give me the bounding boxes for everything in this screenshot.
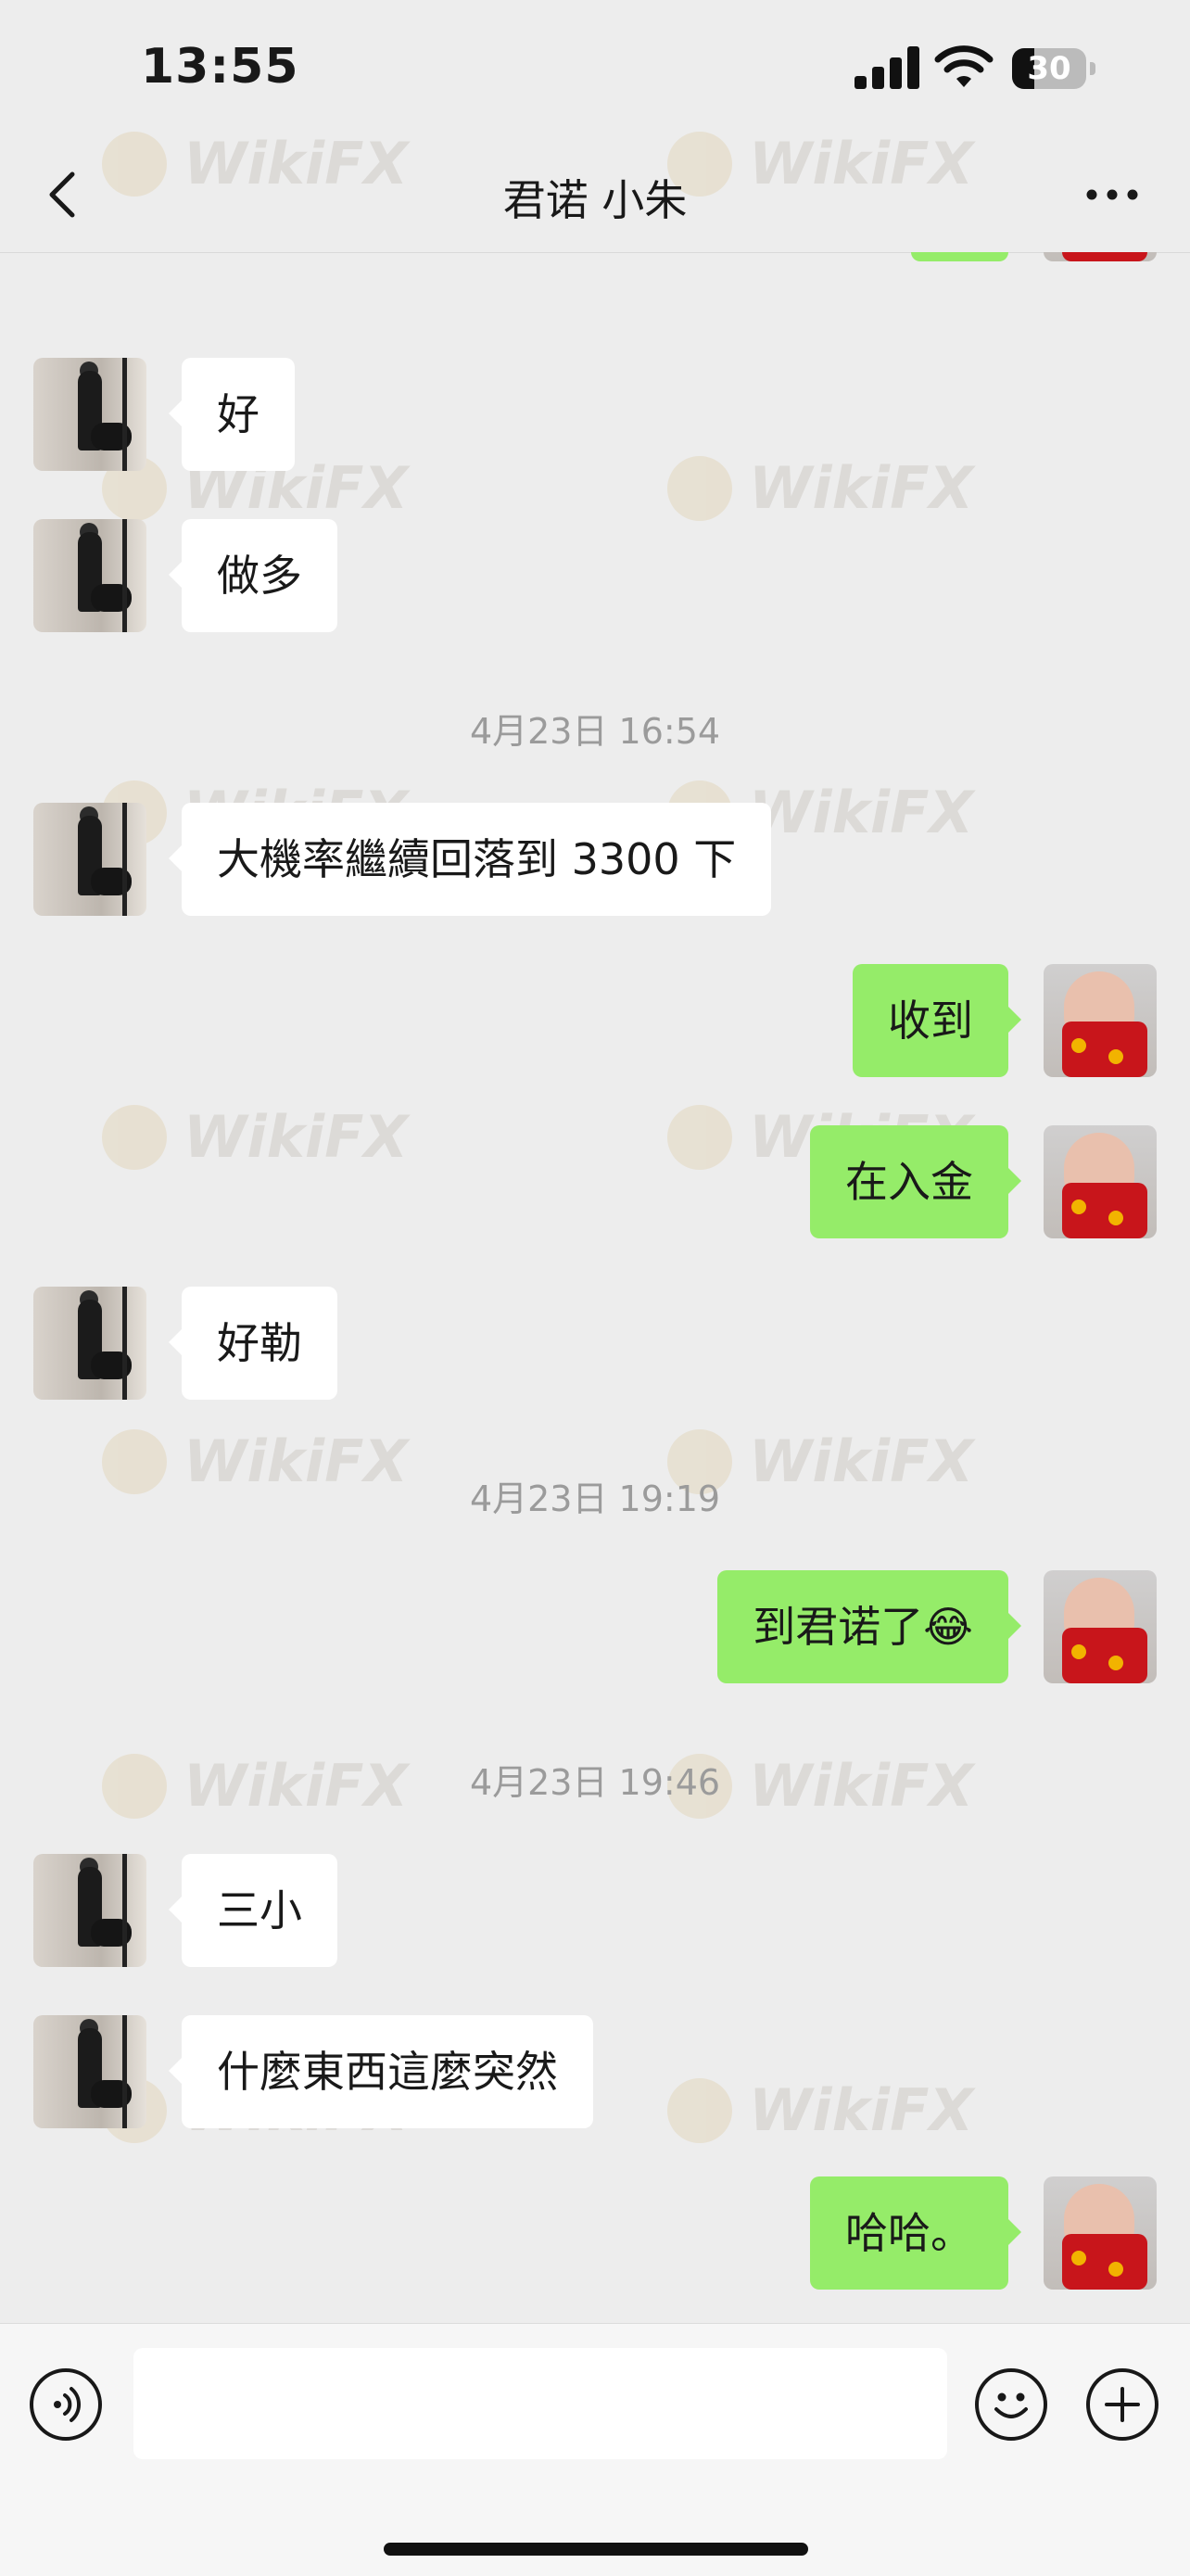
more-dots-icon[interactable] (1082, 167, 1142, 222)
self-avatar[interactable] (1044, 1570, 1157, 1683)
plus-icon[interactable] (1086, 2368, 1158, 2441)
message-bubble-self[interactable]: 3 (910, 252, 1008, 261)
self-avatar[interactable] (1044, 2176, 1157, 2290)
status-bar: 13:55 30 (0, 0, 1190, 139)
wifi-icon (934, 45, 994, 87)
chat-title: 君诺 小朱 (502, 175, 688, 225)
self-avatar[interactable] (1044, 1125, 1157, 1238)
message-row: 做多 (0, 519, 1190, 632)
message-bubble-other[interactable]: 三小 (169, 1854, 337, 1967)
battery-icon: 30 (1012, 48, 1095, 89)
message-list[interactable]: 3 好 做多 4月23日 16:54 大機率繼續回落到 3300 下 收到 在入… (0, 252, 1190, 2323)
message-row: 在入金 (0, 1125, 1190, 1238)
message-timestamp: 4月23日 16:54 (469, 711, 721, 752)
battery-percent: 30 (1027, 50, 1071, 87)
message-bubble-self[interactable]: 到君诺了😂 (717, 1570, 1021, 1683)
message-bubble-other[interactable]: 什麼東西這麼突然 (169, 2015, 593, 2128)
message-row: 大機率繼續回落到 3300 下 (0, 803, 1190, 916)
contact-avatar[interactable] (33, 358, 146, 471)
message-timestamp: 4月23日 19:19 (469, 1478, 721, 1519)
message-row: 到君诺了😂 (0, 1570, 1190, 1683)
message-bubble-other[interactable]: 好 (169, 358, 295, 471)
message-row: 好勒 (0, 1287, 1190, 1400)
message-timestamp: 4月23日 19:46 (469, 1762, 721, 1803)
chat-header: 君诺 小朱 (0, 139, 1190, 253)
self-avatar[interactable] (1044, 252, 1157, 261)
status-time: 13:55 (141, 39, 299, 95)
cellular-signal-icon (855, 46, 919, 89)
message-bubble-self[interactable]: 在入金 (810, 1125, 1021, 1238)
contact-avatar[interactable] (33, 1854, 146, 1967)
message-row: 三小 (0, 1854, 1190, 1967)
message-bubble-other[interactable]: 大機率繼續回落到 3300 下 (168, 803, 772, 916)
voice-icon[interactable] (30, 2368, 102, 2441)
message-bubble-other[interactable]: 好勒 (169, 1287, 337, 1400)
message-row: 好 (0, 358, 1190, 471)
contact-avatar[interactable] (33, 519, 146, 632)
message-input[interactable] (133, 2348, 947, 2459)
message-bubble-self[interactable]: 哈哈。 (810, 2176, 1021, 2290)
message-row: 收到 (0, 964, 1190, 1077)
input-bar (0, 2323, 1190, 2576)
home-indicator (384, 2543, 808, 2556)
contact-avatar[interactable] (33, 2015, 146, 2128)
contact-avatar[interactable] (33, 1287, 146, 1400)
message-row: 3 (0, 252, 1190, 261)
emoji-icon[interactable] (975, 2368, 1047, 2441)
message-row: 哈哈。 (0, 2176, 1190, 2290)
message-bubble-other[interactable]: 做多 (169, 519, 337, 632)
message-row: 什麼東西這麼突然 (0, 2015, 1190, 2128)
self-avatar[interactable] (1044, 964, 1157, 1077)
message-bubble-self[interactable]: 收到 (853, 964, 1021, 1077)
contact-avatar[interactable] (33, 803, 146, 916)
